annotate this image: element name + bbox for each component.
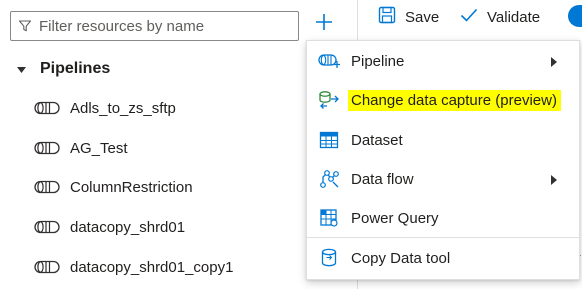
pipeline-icon xyxy=(307,42,351,80)
power-query-icon xyxy=(307,199,351,237)
pipeline-item-label: AG_Test xyxy=(70,139,128,157)
validate-button[interactable]: Validate xyxy=(460,4,540,30)
section-title: Pipelines xyxy=(40,60,111,77)
data-flow-icon xyxy=(307,160,351,198)
menu-divider xyxy=(307,237,579,238)
filter-icon xyxy=(11,12,39,40)
menu-item-label: Power Query xyxy=(351,209,439,227)
pipeline-icon xyxy=(34,259,62,275)
plus-icon xyxy=(314,12,334,37)
add-resource-button[interactable] xyxy=(310,10,338,38)
checkmark-icon xyxy=(460,8,478,27)
validate-label: Validate xyxy=(487,8,541,26)
pipeline-icon xyxy=(34,100,62,116)
caret-down-icon[interactable] xyxy=(14,62,28,76)
pipeline-item[interactable]: AG_Test xyxy=(34,135,284,161)
change-data-capture-icon xyxy=(307,81,351,119)
dataset-icon xyxy=(307,121,351,159)
chevron-right-icon xyxy=(549,173,559,185)
menu-item-copy-data-tool[interactable]: Copy Data tool xyxy=(307,239,579,277)
pipeline-item[interactable]: Adls_to_zs_sftp xyxy=(34,95,284,121)
menu-item-label: Data flow xyxy=(351,170,414,188)
pipeline-item[interactable]: ColumnRestriction xyxy=(34,174,284,200)
pipeline-item-label: ColumnRestriction xyxy=(70,178,193,196)
pipeline-item-label: datacopy_shrd01_copy1 xyxy=(70,258,234,276)
pipeline-icon xyxy=(34,179,62,195)
new-resource-menu: Pipeline Change data capture (preview) D… xyxy=(306,40,580,280)
pipeline-icon xyxy=(34,219,62,235)
filter-resources-box[interactable] xyxy=(10,11,299,41)
pipeline-item[interactable]: datacopy_shrd01 xyxy=(34,214,284,240)
menu-item-data-flow[interactable]: Data flow xyxy=(307,160,579,198)
pipeline-item[interactable]: datacopy_shrd01_copy1 xyxy=(34,254,284,280)
pipeline-item-label: datacopy_shrd01 xyxy=(70,218,186,236)
copy-data-tool-icon xyxy=(307,239,351,277)
save-label: Save xyxy=(405,8,440,26)
chevron-right-icon xyxy=(549,55,559,67)
save-icon xyxy=(378,6,396,29)
menu-item-label: Copy Data tool xyxy=(351,249,451,267)
pipeline-item-label: Adls_to_zs_sftp xyxy=(70,99,176,117)
menu-item-label: Change data capture (preview) xyxy=(348,89,561,111)
menu-item-change-data-capture[interactable]: Change data capture (preview) xyxy=(307,81,579,119)
menu-item-label: Dataset xyxy=(351,131,403,149)
menu-item-dataset[interactable]: Dataset xyxy=(307,121,579,159)
filter-input[interactable] xyxy=(39,13,298,39)
menu-item-pipeline[interactable]: Pipeline xyxy=(307,42,579,80)
menu-item-label: Pipeline xyxy=(351,52,405,70)
save-button[interactable]: Save xyxy=(378,4,439,30)
menu-item-power-query[interactable]: Power Query xyxy=(307,199,579,237)
toggle-switch[interactable] xyxy=(568,5,582,27)
pipelines-section-header[interactable]: Pipelines xyxy=(14,56,110,82)
pipeline-icon xyxy=(34,140,62,156)
